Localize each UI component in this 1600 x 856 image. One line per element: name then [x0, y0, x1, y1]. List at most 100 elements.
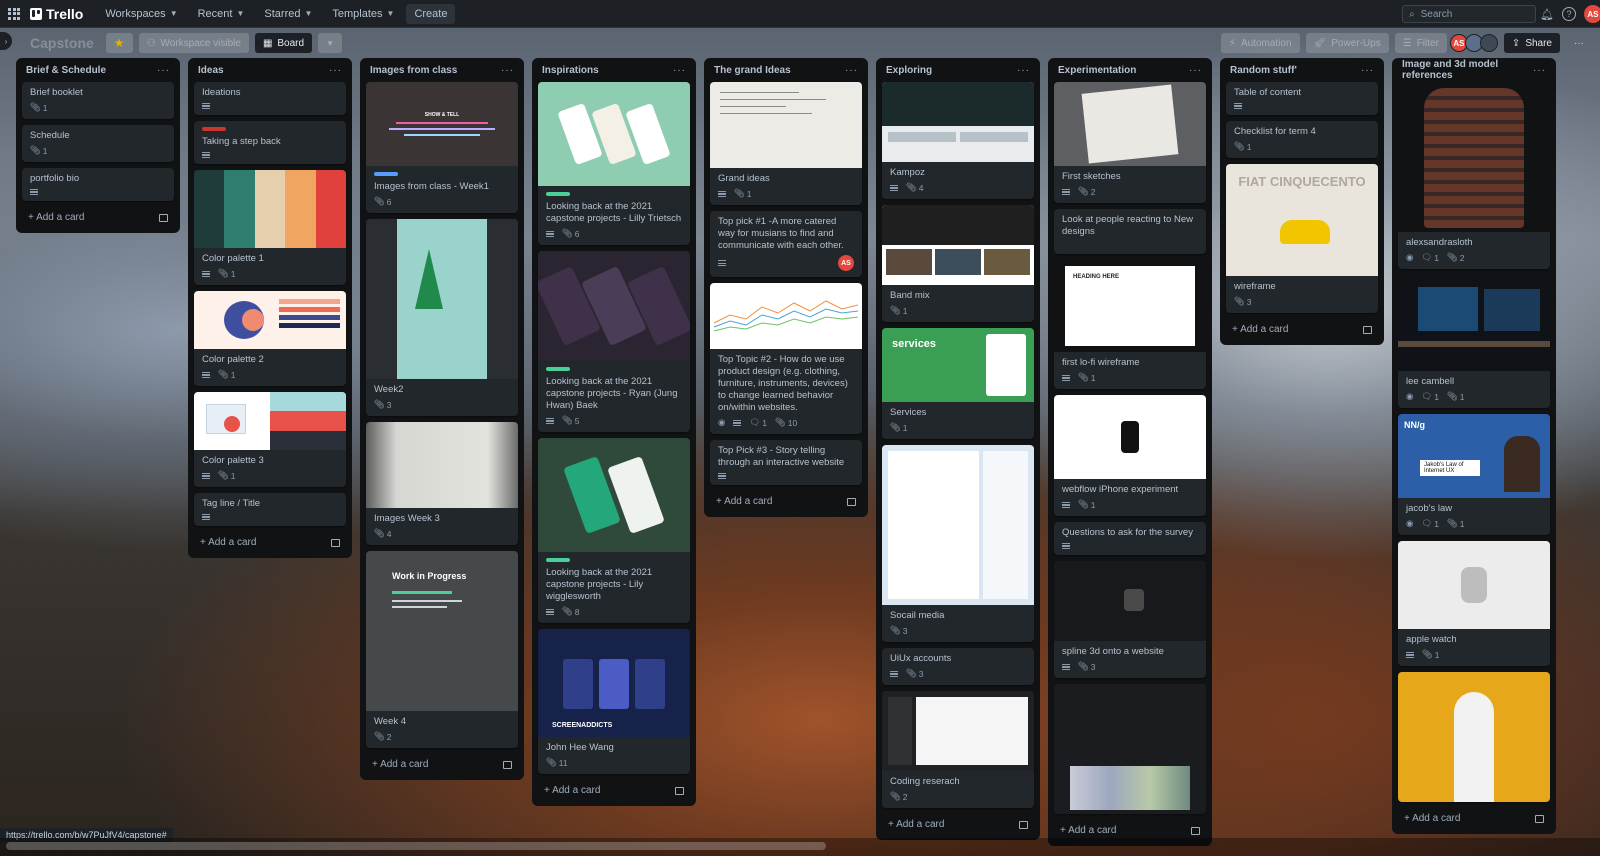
card[interactable]: Ideations [194, 82, 346, 115]
card[interactable]: Schedule 📎︎ 1 [22, 125, 174, 162]
templates-menu[interactable]: Templates ▼ [324, 4, 402, 24]
card-template-icon[interactable] [331, 538, 340, 547]
card[interactable]: Checklist for term 4 📎︎ 1 [1226, 121, 1378, 158]
add-card-button[interactable]: + Add a card [366, 754, 518, 776]
card-template-icon[interactable] [1363, 325, 1372, 334]
card[interactable]: Table of content [1226, 82, 1378, 115]
add-card-button[interactable]: + Add a card [194, 532, 346, 554]
list-menu-icon[interactable]: ··· [673, 65, 686, 76]
card[interactable]: alexsandrasloth ◉ 🗨︎ 1 📎︎ 2 [1398, 82, 1550, 269]
list-title[interactable]: Brief & Schedule [26, 65, 106, 76]
card[interactable]: NN/g Jakob's Law of Internet UX jacob's la… [1398, 414, 1550, 535]
card[interactable]: portfolio bio [22, 168, 174, 201]
horizontal-scrollbar[interactable] [0, 838, 1600, 856]
add-card-button[interactable]: + Add a card [22, 207, 174, 229]
card[interactable]: Brief booklet 📎︎ 1 [22, 82, 174, 119]
card[interactable]: Images Week 3 📎︎ 4 [366, 422, 518, 545]
card-member-avatar[interactable]: AS [838, 255, 854, 271]
list-title[interactable]: Inspirations [542, 65, 599, 76]
card-template-icon[interactable] [675, 786, 684, 795]
card[interactable]: Band mix 📎︎ 1 [882, 205, 1034, 322]
filter-button[interactable]: ☰ Filter [1394, 33, 1447, 53]
card[interactable]: Looking back at the 2021 capstone projec… [538, 251, 690, 432]
list-title[interactable]: Images from class [370, 65, 457, 76]
list-title[interactable]: The grand Ideas [714, 65, 791, 76]
card[interactable]: UiUx accounts 📎︎ 3 [882, 648, 1034, 685]
card[interactable] [1054, 684, 1206, 814]
card[interactable]: First sketches 📎︎ 2 [1054, 82, 1206, 203]
share-button[interactable]: ⇪ Share [1503, 33, 1560, 53]
card[interactable]: Top pick #1 -A more catered way for musi… [710, 211, 862, 277]
board-title[interactable]: Capstone [24, 35, 100, 51]
list-menu-icon[interactable]: ··· [1361, 65, 1374, 76]
workspaces-menu[interactable]: Workspaces ▼ [97, 4, 185, 24]
card[interactable]: Week2 📎︎ 3 [366, 219, 518, 416]
list-menu-icon[interactable]: ··· [845, 65, 858, 76]
user-avatar[interactable]: AS [1583, 5, 1600, 23]
starred-menu[interactable]: Starred ▼ [256, 4, 320, 24]
card[interactable]: Looking back at the 2021 capstone projec… [538, 438, 690, 623]
list-menu-icon[interactable]: ··· [1017, 65, 1030, 76]
list-title[interactable]: Experimentation [1058, 65, 1136, 76]
card[interactable]: Socail media 📎︎ 3 [882, 445, 1034, 642]
add-card-button[interactable]: + Add a card [1398, 808, 1550, 830]
apps-grid-icon[interactable] [8, 7, 20, 20]
view-switcher-button[interactable]: ▼ [318, 33, 342, 53]
card[interactable]: Looking back at the 2021 capstone projec… [538, 82, 690, 245]
card[interactable]: Color palette 2 📎︎ 1 [194, 291, 346, 386]
list-title[interactable]: Exploring [886, 65, 932, 76]
search-input[interactable]: ⌕ Search [1402, 5, 1536, 23]
add-card-button[interactable]: + Add a card [1226, 319, 1378, 341]
card[interactable]: FIAT CINQUECENTO wireframe 📎︎ 3 [1226, 164, 1378, 313]
board-members[interactable]: AS [1449, 34, 1498, 52]
card[interactable]: HEADING HERE first lo-fi wireframe 📎︎ 1 [1054, 260, 1206, 389]
card[interactable]: Top Topic #2 - How do we use product des… [710, 283, 862, 434]
add-card-button[interactable]: + Add a card [882, 814, 1034, 836]
card[interactable]: SHOW & TELL Images from class - Week1 📎︎ 6 [366, 82, 518, 213]
card-template-icon[interactable] [847, 497, 856, 506]
help-icon[interactable]: ? [1561, 7, 1576, 21]
list-title[interactable]: Ideas [198, 65, 224, 76]
card[interactable]: apple watch 📎︎ 1 [1398, 541, 1550, 666]
list-title[interactable]: Random stuff' [1230, 65, 1297, 76]
card[interactable]: lee cambell ◉ 🗨︎ 1 📎︎ 1 [1398, 275, 1550, 408]
card[interactable]: services Services 📎︎ 1 [882, 328, 1034, 439]
card[interactable]: Top Pick #3 - Story telling through an i… [710, 440, 862, 485]
card[interactable]: Coding reserach 📎︎ 2 [882, 691, 1034, 808]
card-template-icon[interactable] [159, 213, 168, 222]
add-card-button[interactable]: + Add a card [538, 780, 690, 802]
card[interactable]: Work in Progress Week 4 📎︎ 2 [366, 551, 518, 748]
card[interactable]: Color palette 1 📎︎ 1 [194, 170, 346, 285]
list-title[interactable]: Image and 3d model references [1402, 59, 1533, 81]
card-template-icon[interactable] [1191, 826, 1200, 835]
card[interactable]: SCREENADDICTS John Hee Wang 📎︎ 11 [538, 629, 690, 774]
recent-menu[interactable]: Recent ▼ [190, 4, 253, 24]
card-template-icon[interactable] [1535, 814, 1544, 823]
list-menu-icon[interactable]: ··· [1189, 65, 1202, 76]
board-view-button[interactable]: ▦ Board [254, 33, 313, 53]
visibility-button[interactable]: ⚇ Workspace visible [138, 33, 249, 53]
trello-logo[interactable]: Trello [30, 6, 83, 22]
member-avatar[interactable] [1479, 34, 1498, 52]
card[interactable]: Look at people reacting to New designs [1054, 209, 1206, 254]
card[interactable] [1398, 672, 1550, 802]
card-template-icon[interactable] [503, 760, 512, 769]
list-menu-icon[interactable]: ··· [1533, 65, 1546, 76]
card[interactable]: webflow iPhone experiment 📎︎ 1 [1054, 395, 1206, 516]
card[interactable]: Kampoz 📎︎ 4 [882, 82, 1034, 199]
list-menu-icon[interactable]: ··· [157, 65, 170, 76]
list-menu-icon[interactable]: ··· [501, 65, 514, 76]
powerups-button[interactable]: 🚀︎ Power-Ups [1305, 33, 1389, 53]
card[interactable]: Grand ideas 📎︎ 1 [710, 82, 862, 205]
card[interactable]: Taking a step back [194, 121, 346, 164]
automation-button[interactable]: ⚡︎ Automation [1220, 33, 1300, 53]
board-menu-button[interactable]: ··· [1566, 33, 1592, 53]
notifications-bell-icon[interactable]: 🔔︎ [1540, 8, 1554, 21]
card[interactable]: spline 3d onto a website 📎︎ 3 [1054, 561, 1206, 678]
star-board-button[interactable]: ★ [105, 33, 133, 53]
list-menu-icon[interactable]: ··· [329, 65, 342, 76]
card-template-icon[interactable] [1019, 820, 1028, 829]
create-button[interactable]: Create [406, 3, 456, 24]
card[interactable]: Tag line / Title [194, 493, 346, 526]
add-card-button[interactable]: + Add a card [710, 491, 862, 513]
